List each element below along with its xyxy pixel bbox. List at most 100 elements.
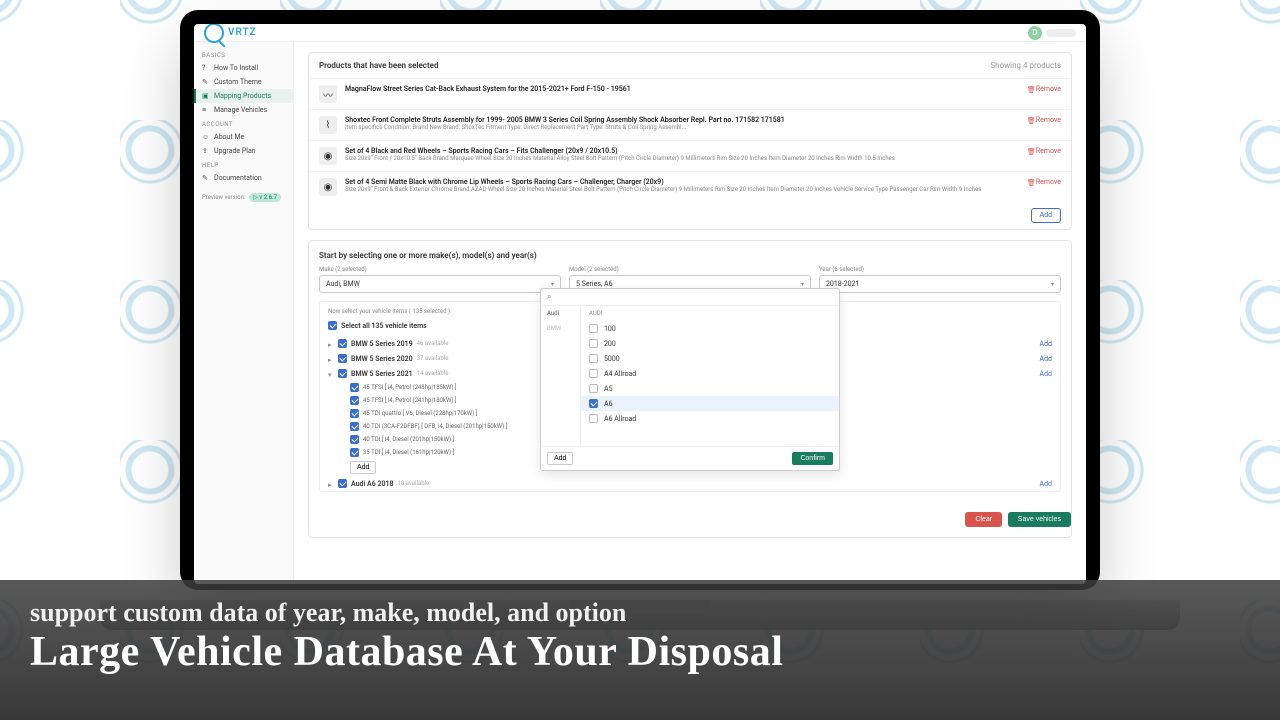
tree-checkbox[interactable] (350, 435, 359, 444)
remove-product-button[interactable]: 🗑Remove (1027, 147, 1061, 155)
tree-checkbox[interactable] (338, 354, 347, 363)
caption-sub: support custom data of year, make, model… (30, 598, 1250, 628)
dropdown-option[interactable]: A4 Allroad (581, 366, 839, 381)
product-thumb: ◉ (319, 147, 337, 165)
tree-add-link[interactable]: Add (1040, 480, 1052, 488)
topbar: VRTZ D (194, 24, 1086, 42)
option-checkbox[interactable] (589, 324, 598, 333)
remove-product-button[interactable]: 🗑Remove (1027, 178, 1061, 186)
tree-checkbox[interactable] (338, 479, 347, 488)
dropdown-make-tab[interactable]: Audi (541, 306, 580, 321)
sidebar-group-label: HELP (194, 158, 293, 171)
product-row: ◉Set of 4 Black and Red Wheels – Sports … (309, 141, 1071, 172)
sidebar: BASICS?How To Install✎Custom Theme▣Mappi… (194, 42, 294, 584)
dropdown-option[interactable]: A5 (581, 381, 839, 396)
product-subtitle: Size 20x9" Front & Back Exterior Chrome … (345, 186, 1019, 194)
tree-group-row[interactable]: ▸Audi A6 201818 availableAdd (320, 476, 1060, 491)
option-label: A6 (604, 400, 613, 408)
dropdown-make-tab[interactable]: BMW (541, 321, 580, 336)
tree-child-label: 45 TDI quattro [ V6, Diesel (228hp|170kW… (363, 410, 477, 417)
product-title: Shoxtec Front Complete Struts Assembly f… (345, 116, 1019, 124)
user-chip[interactable]: D (1028, 26, 1076, 40)
tree-group-label: BMW 5 Series 2020 (351, 355, 413, 363)
vehicle-select-panel: Start by selecting one or more make(s), … (308, 240, 1072, 538)
option-checkbox[interactable] (589, 369, 598, 378)
sidebar-item-label: Upgrade Plan (214, 147, 256, 155)
add-product-button[interactable]: Add (1031, 208, 1061, 223)
product-row: ◉Set of 4 Semi Matte Black with Chrome L… (309, 172, 1071, 202)
sidebar-item-label: Manage Vehicles (214, 106, 267, 114)
remove-product-button[interactable]: 🗑Remove (1027, 116, 1061, 124)
dropdown-option[interactable]: 100 (581, 321, 839, 336)
option-label: 100 (604, 325, 616, 333)
make-label: Make (2 selected) (319, 266, 561, 273)
tree-checkbox[interactable] (350, 383, 359, 392)
sidebar-item-icon: ⇪ (202, 147, 210, 155)
tree-child-label: 45 TFSI [ i4, Petrol (241hp|180kW) ] (363, 397, 457, 404)
tree-group-label: BMW 5 Series 2021 (351, 370, 413, 378)
caret-icon: ▾ (328, 371, 334, 377)
tree-child-label: 35 TDI [ i4, Diesel (161hp|120kW) ] (363, 449, 454, 456)
dropdown-search-input[interactable] (555, 294, 833, 301)
option-checkbox[interactable] (589, 399, 598, 408)
panel-title: Products that have been selected (319, 61, 438, 70)
save-vehicles-button[interactable]: Save vehicles (1008, 512, 1071, 527)
dropdown-add-button[interactable]: Add (547, 452, 573, 465)
caret-icon: ▸ (328, 341, 334, 347)
tree-available: 46 available (417, 340, 449, 347)
dropdown-confirm-button[interactable]: Confirm (792, 452, 833, 465)
option-checkbox[interactable] (589, 414, 598, 423)
tree-add-link[interactable]: Add (1040, 355, 1052, 363)
product-row: 〰MagnaFlow Street Series Cat-Back Exhaus… (309, 79, 1071, 110)
sidebar-item-icon: ✎ (202, 78, 210, 86)
tree-add-link[interactable]: Add (1040, 370, 1052, 378)
tree-checkbox[interactable] (350, 448, 359, 457)
sidebar-item-label: Mapping Products (214, 92, 271, 100)
dropdown-option[interactable]: A6 (581, 396, 839, 411)
app-logo: VRTZ (204, 24, 257, 43)
product-row: ⌇Shoxtec Front Complete Struts Assembly … (309, 110, 1071, 141)
make-select[interactable]: Audi, BMW▾ (319, 275, 561, 293)
tree-checkbox[interactable] (350, 409, 359, 418)
tree-child-label: 40 TDI [ i4, Diesel (201hp|150kW) ] (363, 436, 454, 443)
dropdown-option[interactable]: A6 Allroad (581, 411, 839, 426)
product-subtitle: Item specifics Condition: Brand New Bran… (345, 124, 1019, 132)
caption-main: Large Vehicle Database At Your Disposal (30, 628, 1250, 676)
sidebar-item[interactable]: ✎ Custom Theme (194, 75, 293, 89)
dropdown-search[interactable]: ⌕ (541, 289, 839, 306)
tree-checkbox[interactable] (350, 396, 359, 405)
sidebar-group-label: ACCOUNT (194, 117, 293, 130)
sidebar-item[interactable]: ✎Documentation (194, 171, 293, 185)
tree-group-label: Audi A6 2018 (351, 480, 393, 488)
remove-product-button[interactable]: 🗑Remove (1027, 85, 1061, 93)
option-checkbox[interactable] (589, 384, 598, 393)
sidebar-item[interactable]: ▣Mapping Products (194, 89, 293, 103)
select-all-checkbox[interactable] (328, 321, 337, 330)
tree-checkbox[interactable] (350, 422, 359, 431)
tree-checkbox[interactable] (338, 369, 347, 378)
clear-button[interactable]: Clear (965, 512, 1002, 527)
option-checkbox[interactable] (589, 354, 598, 363)
tree-checkbox[interactable] (338, 339, 347, 348)
dropdown-option[interactable]: 200 (581, 336, 839, 351)
model-dropdown: ⌕ AudiBMW AUDI 1002005000A4 AllroadA5A6A… (540, 288, 840, 471)
dropdown-option[interactable]: 5000 (581, 351, 839, 366)
marketing-caption: support custom data of year, make, model… (0, 580, 1280, 720)
sidebar-item[interactable]: ⇪ Upgrade Plan (194, 144, 293, 158)
sidebar-item[interactable]: ☺About Me (194, 130, 293, 144)
search-icon: ⌕ (547, 292, 551, 302)
sidebar-item[interactable]: ?How To Install (194, 61, 293, 75)
sidebar-item[interactable]: ≡Manage Vehicles (194, 103, 293, 117)
trash-icon: 🗑 (1027, 86, 1034, 93)
option-label: A4 Allroad (604, 370, 636, 378)
caret-icon: ▸ (328, 481, 334, 487)
tree-available: 14 available (417, 370, 449, 377)
avatar: D (1028, 26, 1042, 40)
product-thumb: 〰 (319, 85, 337, 103)
year-select[interactable]: 2018-2021▾ (819, 275, 1061, 293)
sidebar-item-label: Custom Theme (214, 78, 262, 86)
tree-add-button[interactable]: Add (350, 461, 376, 474)
tree-add-link[interactable]: Add (1040, 340, 1052, 348)
select-all-label: Select all 135 vehicle items (341, 322, 427, 330)
option-checkbox[interactable] (589, 339, 598, 348)
